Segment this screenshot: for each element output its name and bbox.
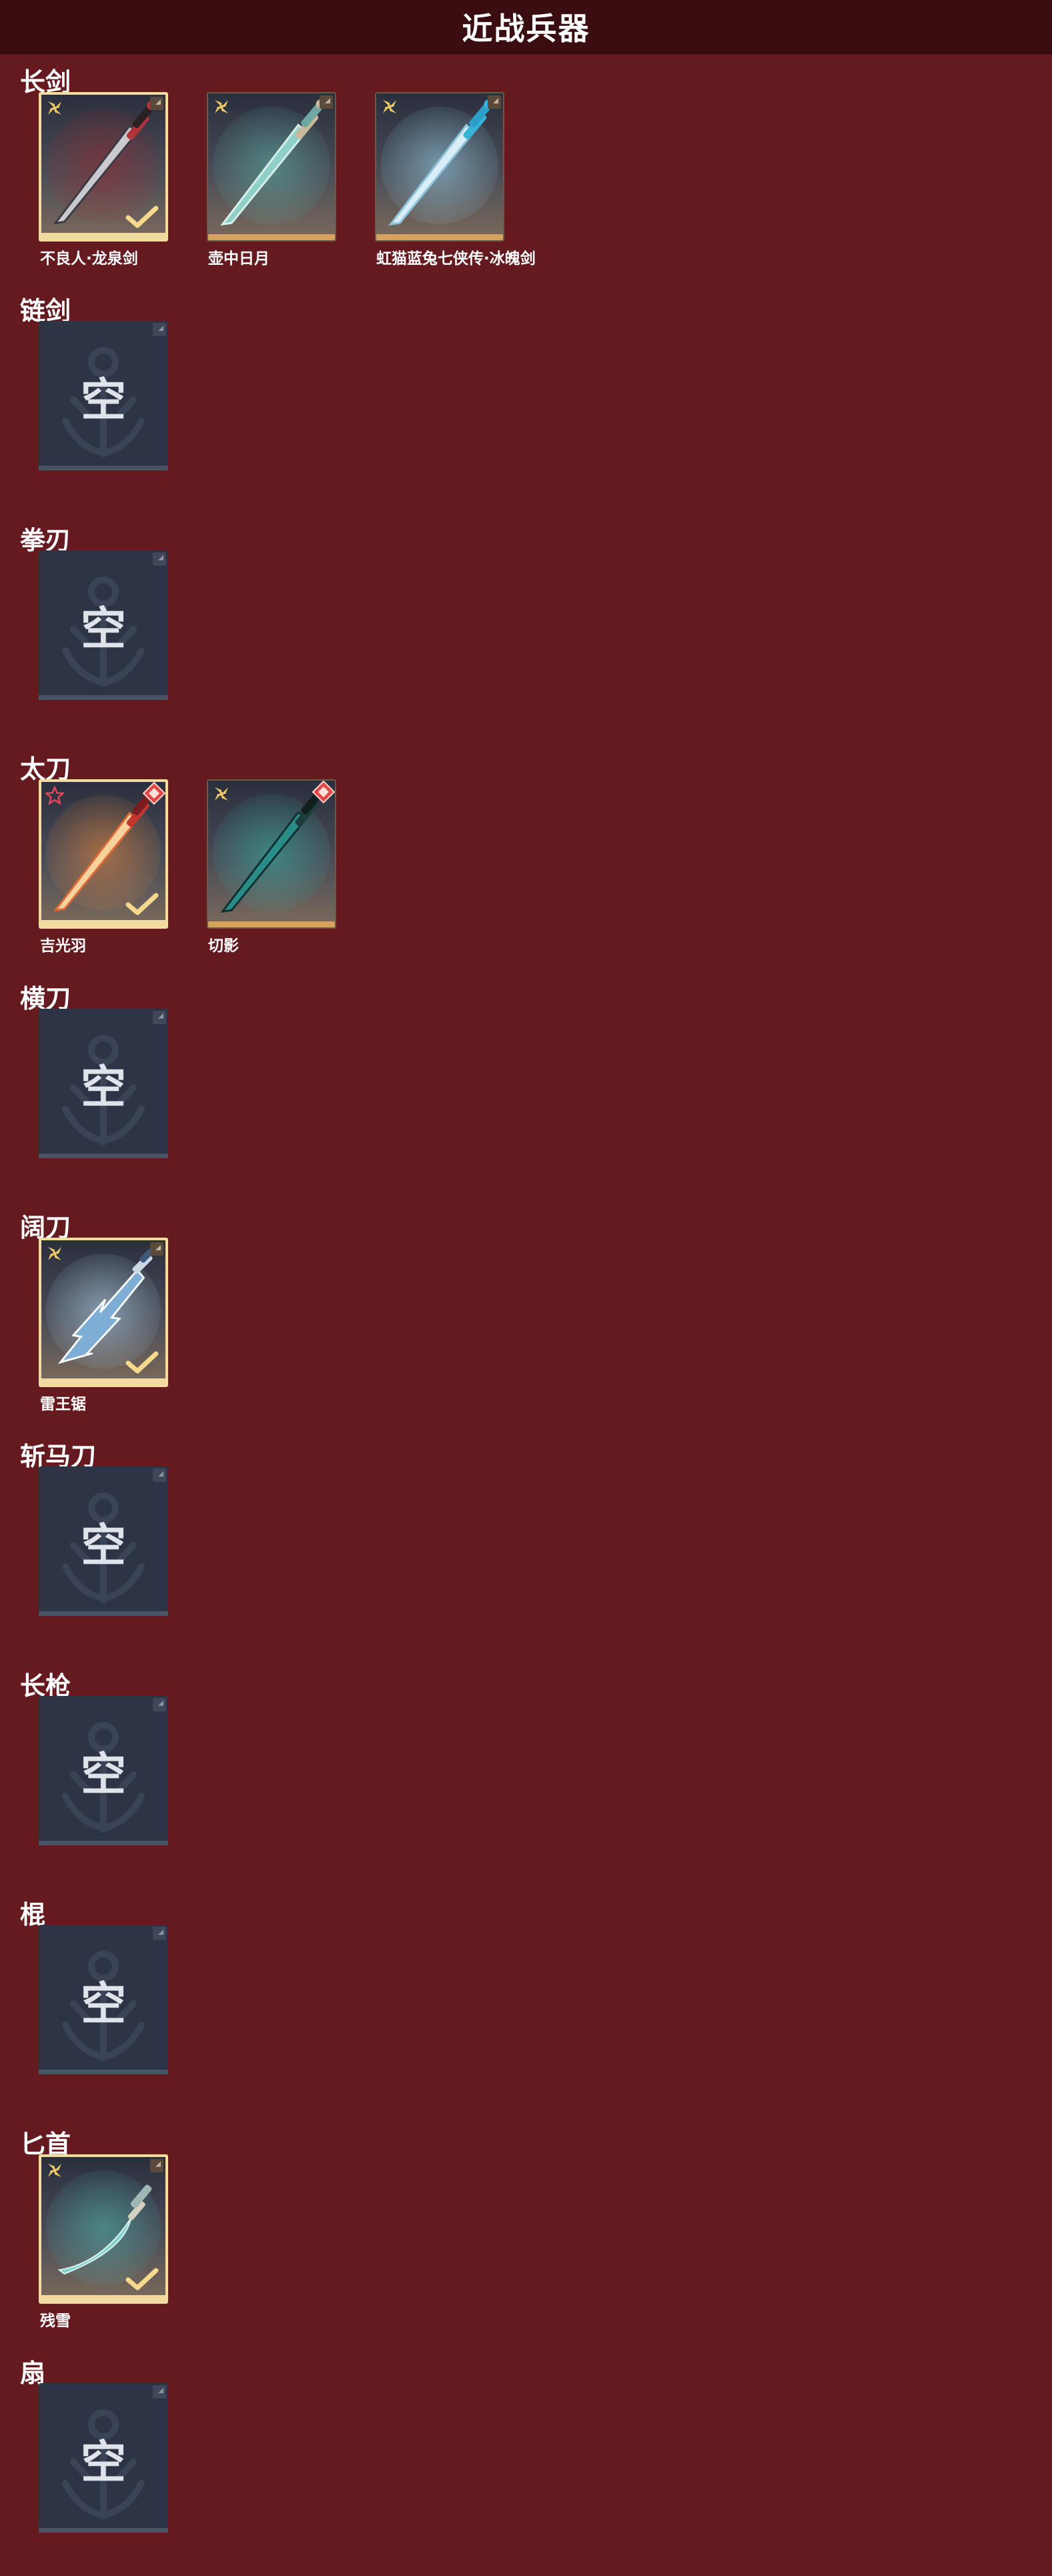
weapon-section: 太刀 吉光羽 切影 [0, 743, 1052, 972]
weapon-icon-frame[interactable] [375, 92, 504, 242]
page-header: 近战兵器 [0, 0, 1052, 54]
red-gem-badge-icon [143, 782, 165, 805]
rarity-bar [41, 233, 165, 239]
empty-slot-label: 空 [80, 1978, 126, 2031]
equipped-check-icon [125, 893, 159, 915]
weapon-section: 匕首 残雪 [0, 2118, 1052, 2347]
weapon-name: 残雪 [40, 2312, 71, 2330]
gold-shuriken-icon [48, 1247, 61, 1260]
rarity-bar [208, 234, 335, 240]
corner-expand-icon [150, 1242, 163, 1256]
red-star-icon [45, 786, 64, 805]
weapon-card[interactable]: 壶中日月 [207, 92, 336, 268]
weapon-section: 拳刃空 [0, 514, 1052, 743]
empty-slot-label: 空 [80, 2436, 126, 2489]
gold-shuriken-icon [215, 787, 228, 801]
weapon-name: 切影 [208, 937, 239, 955]
weapon-card[interactable]: 切影 [207, 779, 336, 955]
weapon-name: 吉光羽 [40, 937, 86, 955]
empty-slot-label: 空 [80, 1519, 126, 1573]
weapon-icon-frame[interactable] [207, 92, 336, 242]
corner-expand-icon [150, 2158, 163, 2172]
empty-weapon-slot[interactable]: 空 [39, 1008, 168, 1158]
corner-expand-icon [150, 97, 163, 110]
empty-weapon-slot[interactable]: 空 [39, 1925, 168, 2075]
weapon-icon-frame[interactable] [39, 779, 168, 929]
gold-shuriken-icon [48, 101, 61, 115]
equipped-check-icon [125, 205, 159, 228]
empty-weapon-slot[interactable]: 空 [39, 1695, 168, 1845]
weapon-section: 长剑 不良人·龙泉剑 壶中日月 虹猫蓝兔七侠传·冰魄剑 [0, 56, 1052, 285]
empty-slot-label: 空 [80, 1061, 126, 1115]
corner-expand-icon [320, 95, 333, 109]
weapon-section: 斩马刀空 [0, 1430, 1052, 1659]
weapon-name: 不良人·龙泉剑 [40, 250, 138, 268]
empty-weapon-slot[interactable]: 空 [39, 2383, 168, 2533]
empty-weapon-slot[interactable]: 空 [39, 1466, 168, 1617]
corner-expand-icon [488, 95, 501, 109]
equipped-check-icon [125, 1351, 159, 1374]
weapon-icon-frame[interactable] [39, 1238, 168, 1387]
weapon-section: 链剑空 [0, 285, 1052, 514]
weapon-section: 横刀空 [0, 973, 1052, 1202]
empty-weapon-slot[interactable]: 空 [39, 550, 168, 700]
weapon-section: 扇空 [0, 2347, 1052, 2576]
gold-shuriken-icon [48, 2163, 61, 2177]
rarity-bar [208, 921, 335, 928]
weapon-icon-frame[interactable] [207, 779, 336, 929]
empty-slot-label: 空 [80, 1749, 126, 1802]
weapon-card[interactable]: 雷王锯 [39, 1238, 168, 1413]
empty-weapon-slot[interactable]: 空 [39, 321, 168, 471]
gold-shuriken-icon [215, 100, 228, 113]
red-gem-badge-icon [312, 781, 335, 804]
weapon-section: 阔刀 雷王锯 [0, 1202, 1052, 1430]
weapon-card[interactable]: 虹猫蓝兔七侠传·冰魄剑 [375, 92, 536, 268]
weapon-section: 长枪空 [0, 1660, 1052, 1889]
weapon-section: 棍空 [0, 1889, 1052, 2118]
page-title: 近战兵器 [462, 10, 590, 47]
weapon-name: 虹猫蓝兔七侠传·冰魄剑 [376, 250, 536, 268]
weapon-card[interactable]: 残雪 [39, 2154, 168, 2330]
empty-slot-label: 空 [80, 603, 126, 657]
weapon-name: 雷王锯 [40, 1396, 86, 1413]
gold-shuriken-icon [383, 100, 396, 113]
weapon-card[interactable]: 吉光羽 [39, 779, 168, 955]
rarity-bar [41, 920, 165, 927]
weapon-icon-frame[interactable] [39, 92, 168, 242]
weapon-name: 壶中日月 [208, 250, 270, 268]
weapon-icon-frame[interactable] [39, 2154, 168, 2304]
equipped-check-icon [125, 2268, 159, 2290]
rarity-bar [376, 234, 503, 240]
weapon-card[interactable]: 不良人·龙泉剑 [39, 92, 168, 268]
rarity-bar [41, 1378, 165, 1384]
empty-slot-label: 空 [80, 374, 126, 427]
rarity-bar [41, 2294, 165, 2301]
